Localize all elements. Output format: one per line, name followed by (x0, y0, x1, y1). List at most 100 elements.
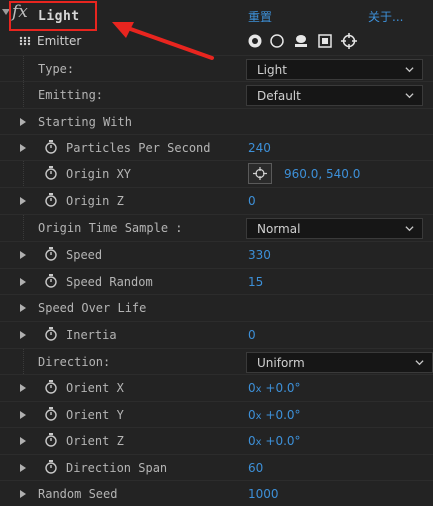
row-starting-with: Starting With (0, 108, 433, 134)
square-icon[interactable] (317, 33, 333, 49)
effect-controls-panel: fx Light 重置 关于... Emitter Type: Light Em… (0, 0, 433, 505)
row-emitting: Emitting: Default (0, 81, 433, 107)
starting-with-label[interactable]: Starting With (38, 115, 132, 129)
direction-span-label: Direction Span (66, 461, 168, 475)
stopwatch-icon[interactable] (45, 274, 57, 288)
highlight-annotation (9, 1, 97, 31)
orient-y-revolutions: 0 (248, 408, 256, 422)
chevron-down-icon (405, 67, 414, 73)
point-picker-icon (253, 167, 267, 180)
orient-x-label: Orient X (66, 381, 124, 395)
chevron-down-icon (405, 226, 414, 232)
emitting-label: Emitting: (38, 88, 104, 102)
tree-guide (23, 161, 24, 186)
direction-label: Direction: (38, 355, 111, 369)
point-picker-button[interactable] (248, 163, 272, 184)
row-particles-per-second: Particles Per Second 240 (0, 134, 433, 160)
twirl-right-icon[interactable] (20, 464, 26, 472)
stopwatch-icon[interactable] (45, 166, 57, 180)
particles-per-second-value[interactable]: 240 (248, 141, 271, 155)
emitting-dropdown[interactable]: Default (246, 85, 423, 106)
twirl-right-icon[interactable] (20, 251, 26, 259)
twirl-right-icon[interactable] (20, 118, 26, 126)
stopwatch-icon[interactable] (45, 327, 57, 341)
type-label: Type: (38, 62, 75, 76)
row-random-seed: Random Seed 1000 (0, 480, 433, 506)
row-origin-xy: Origin XY 960.0, 540.0 (0, 160, 433, 186)
twirl-right-icon[interactable] (20, 304, 26, 312)
origin-xy-label: Origin XY (66, 167, 132, 181)
tree-guide (23, 215, 24, 240)
orient-x-degrees: +0.0° (265, 381, 301, 395)
type-value: Light (257, 63, 287, 77)
origin-time-sample-value: Normal (257, 222, 301, 236)
crosshair-icon[interactable] (341, 33, 357, 49)
twirl-right-icon[interactable] (20, 331, 26, 339)
stopwatch-icon[interactable] (45, 140, 57, 154)
stopwatch-icon[interactable] (45, 247, 57, 261)
row-type: Type: Light (0, 55, 433, 81)
orient-x-value[interactable]: 0x +0.0° (248, 381, 301, 395)
speed-over-life-label[interactable]: Speed Over Life (38, 301, 146, 315)
direction-span-value[interactable]: 60 (248, 461, 263, 475)
inertia-label: Inertia (66, 328, 117, 342)
orient-z-degrees: +0.0° (265, 434, 301, 448)
row-speed-random: Speed Random 15 (0, 268, 433, 294)
origin-time-sample-dropdown[interactable]: Normal (246, 218, 423, 239)
about-link[interactable]: 关于... (368, 8, 403, 25)
orient-y-label: Orient Y (66, 408, 124, 422)
effect-header: fx Light 重置 关于... (0, 0, 433, 32)
random-seed-value[interactable]: 1000 (248, 487, 279, 501)
reset-link[interactable]: 重置 (248, 8, 272, 25)
stopwatch-icon[interactable] (45, 380, 57, 394)
stopwatch-icon[interactable] (45, 433, 57, 447)
orient-x-revolutions: 0 (248, 381, 256, 395)
twirl-right-icon[interactable] (20, 144, 26, 152)
speed-value[interactable]: 330 (248, 248, 271, 262)
orient-z-rev-suffix: x (255, 437, 262, 448)
row-speed-over-life: Speed Over Life (0, 294, 433, 320)
orient-y-degrees: +0.0° (265, 408, 301, 422)
tree-guide (23, 349, 24, 374)
emitter-group[interactable]: Emitter (0, 31, 433, 51)
type-dropdown[interactable]: Light (246, 59, 423, 80)
speed-label: Speed (66, 248, 103, 262)
tree-guide (23, 56, 24, 81)
row-direction-span: Direction Span 60 (0, 454, 433, 480)
row-orient-y: Orient Y 0x +0.0° (0, 401, 433, 427)
twirl-right-icon[interactable] (20, 411, 26, 419)
disc-icon[interactable] (247, 33, 263, 49)
row-origin-z: Origin Z 0 (0, 187, 433, 213)
orient-z-value[interactable]: 0x +0.0° (248, 434, 301, 448)
stopwatch-icon[interactable] (45, 193, 57, 207)
twirl-right-icon[interactable] (20, 490, 26, 498)
speed-random-value[interactable]: 15 (248, 275, 263, 289)
direction-dropdown[interactable]: Uniform (246, 352, 433, 373)
origin-z-label: Origin Z (66, 194, 124, 208)
origin-z-value[interactable]: 0 (248, 194, 256, 208)
emitting-value: Default (257, 89, 301, 103)
orient-y-value[interactable]: 0x +0.0° (248, 408, 301, 422)
random-seed-label: Random Seed (38, 487, 118, 501)
twirl-right-icon[interactable] (20, 197, 26, 205)
inertia-value[interactable]: 0 (248, 328, 256, 342)
stopwatch-icon[interactable] (45, 460, 57, 474)
twirl-right-icon[interactable] (20, 384, 26, 392)
origin-xy-value[interactable]: 960.0, 540.0 (284, 167, 360, 181)
row-inertia: Inertia 0 (0, 321, 433, 347)
twirl-right-icon[interactable] (20, 278, 26, 286)
stopwatch-icon[interactable] (45, 407, 57, 421)
circle-icon[interactable] (269, 33, 285, 49)
twirl-right-icon[interactable] (20, 437, 26, 445)
orient-y-rev-suffix: x (255, 411, 262, 422)
particles-per-second-label: Particles Per Second (66, 141, 211, 155)
tree-guide (23, 82, 24, 107)
row-orient-x: Orient X 0x +0.0° (0, 374, 433, 400)
speed-random-label: Speed Random (66, 275, 153, 289)
chevron-down-icon (415, 360, 424, 366)
direction-value: Uniform (257, 356, 305, 370)
stack-icon[interactable] (293, 33, 309, 49)
emitter-label: Emitter (37, 34, 82, 48)
orient-x-rev-suffix: x (255, 384, 262, 395)
row-speed: Speed 330 (0, 241, 433, 267)
